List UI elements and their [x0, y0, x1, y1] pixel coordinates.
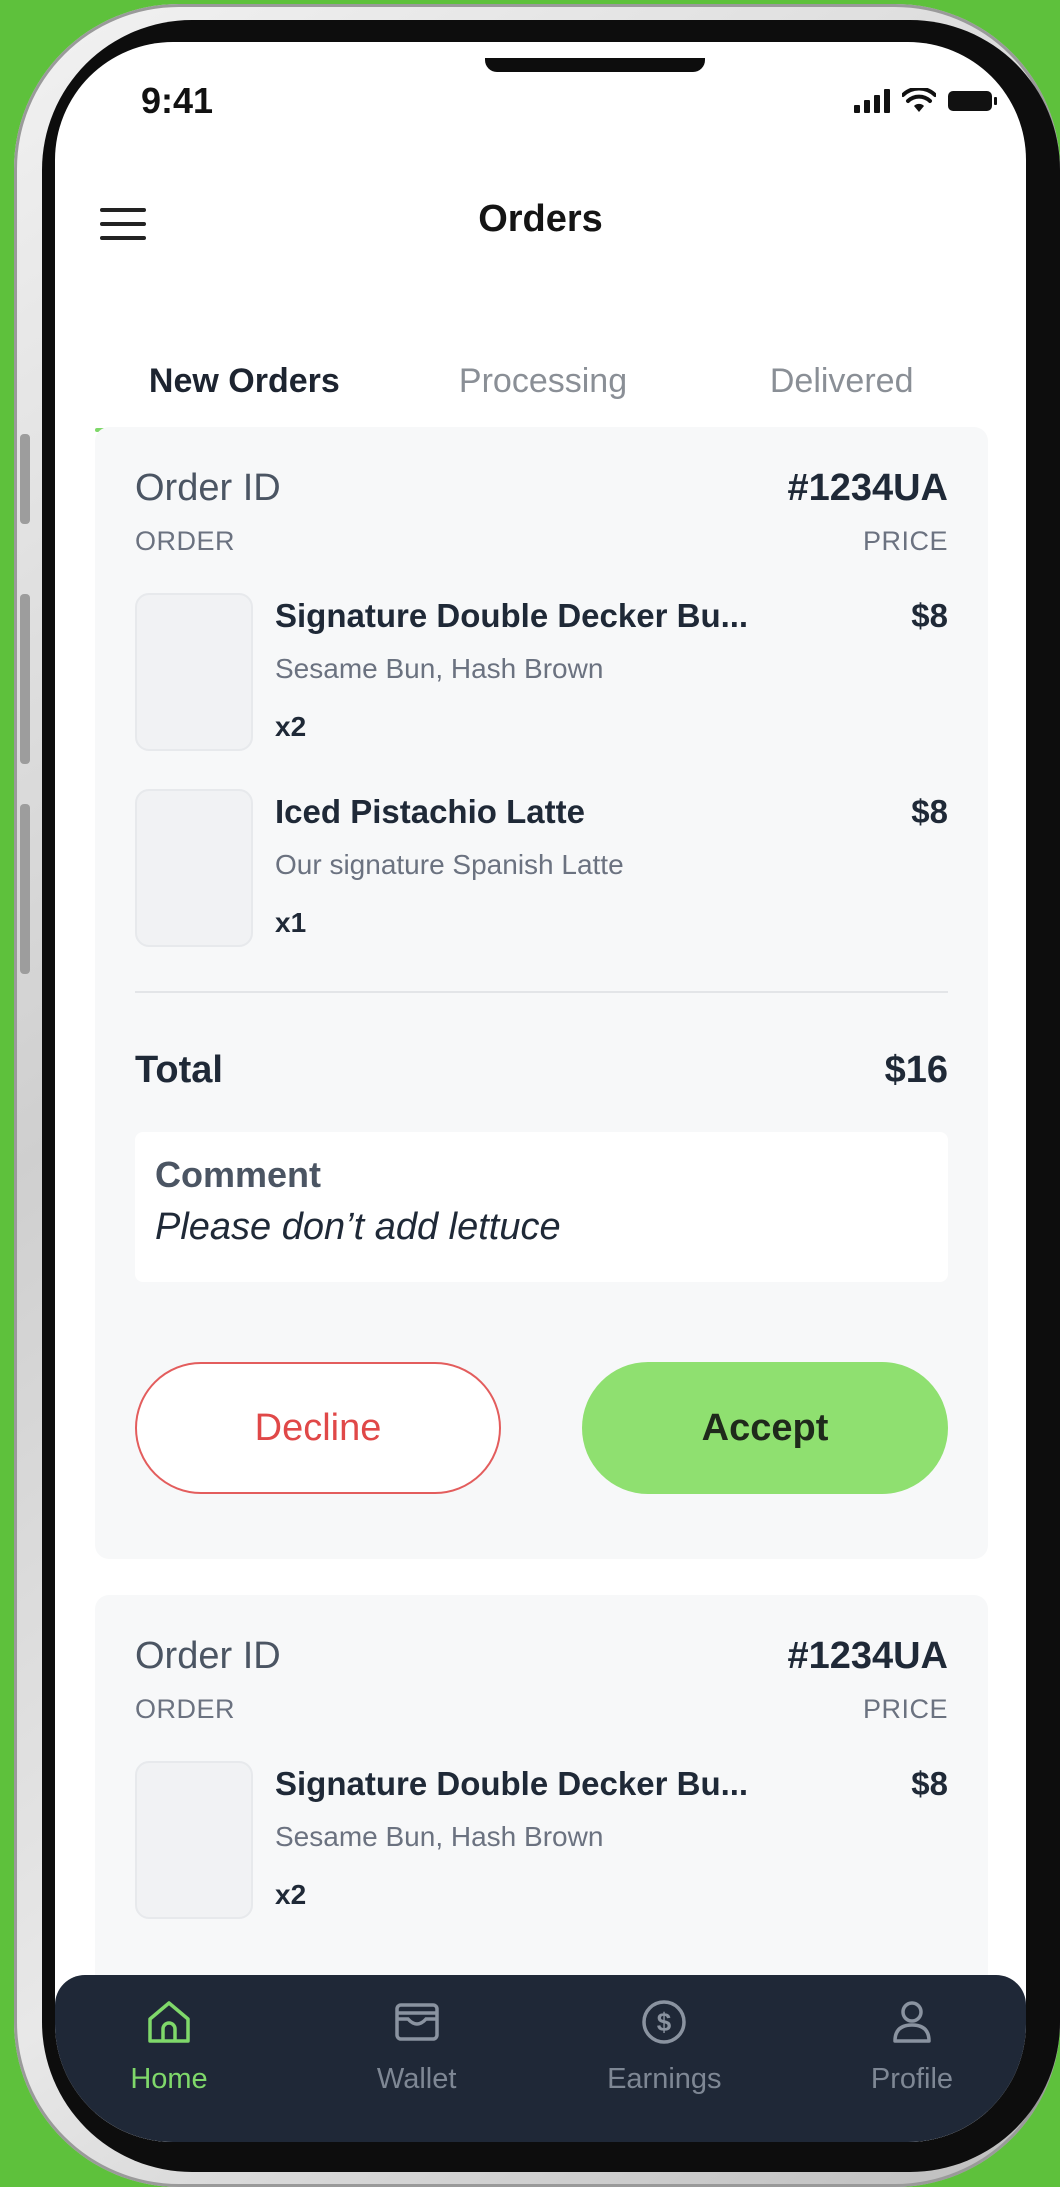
- status-time: 9:41: [141, 80, 214, 121]
- comment-label: Comment: [155, 1154, 322, 1195]
- nav-item-earnings[interactable]: $ Earnings: [564, 1975, 764, 2142]
- wifi-icon: [902, 88, 936, 112]
- order-item: Signature Double Decker Bu... Sesame Bun…: [135, 1761, 948, 1921]
- nav-item-profile[interactable]: Profile: [812, 1975, 1012, 2142]
- divider: [135, 991, 948, 993]
- nav-label-wallet: Wallet: [376, 2063, 457, 2095]
- item-thumbnail: [135, 789, 253, 947]
- decline-button[interactable]: Decline: [135, 1362, 501, 1494]
- comment-text: Please don’t add lettuce: [155, 1206, 561, 1248]
- accept-button[interactable]: Accept: [582, 1362, 948, 1494]
- bottom-nav: Home Wallet $ Earnings Profile: [55, 1975, 1026, 2142]
- item-description: Our signature Spanish Latte: [275, 849, 624, 880]
- item-name: Signature Double Decker Bu...: [275, 597, 749, 634]
- page-title: Orders: [478, 198, 603, 240]
- total-value: $16: [884, 1049, 948, 1091]
- wallet-icon: [394, 2003, 439, 2041]
- item-quantity: x2: [275, 1879, 307, 1910]
- nav-label-home: Home: [130, 2063, 208, 2095]
- nav-item-wallet[interactable]: Wallet: [317, 1975, 517, 2142]
- svg-text:$: $: [657, 2007, 672, 2037]
- notch: [485, 58, 705, 72]
- home-icon: [148, 2001, 190, 2043]
- item-name: Iced Pistachio Latte: [275, 793, 585, 830]
- order-id-value: #1234UA: [787, 1635, 948, 1677]
- tab-new-orders[interactable]: New Orders: [95, 342, 394, 432]
- item-price: $8: [911, 1765, 948, 1802]
- item-name: Signature Double Decker Bu...: [275, 1765, 749, 1802]
- item-thumbnail: [135, 1761, 253, 1919]
- nav-item-home[interactable]: Home: [69, 1975, 269, 2142]
- item-quantity: x2: [275, 711, 307, 742]
- item-description: Sesame Bun, Hash Brown: [275, 653, 604, 684]
- order-item: Iced Pistachio Latte Our signature Spani…: [135, 789, 948, 949]
- tab-processing[interactable]: Processing: [394, 342, 693, 432]
- item-price: $8: [911, 597, 948, 634]
- volume-down-button: [20, 804, 30, 974]
- item-description: Sesame Bun, Hash Brown: [275, 1821, 604, 1852]
- price-column-header: PRICE: [862, 526, 948, 556]
- order-column-header: ORDER: [135, 526, 236, 556]
- nav-label-earnings: Earnings: [607, 2063, 722, 2095]
- total-row: Total $16: [135, 1049, 948, 1092]
- app-screen: 9:41 Orders New Orders Processing Delive…: [55, 42, 1026, 2142]
- item-quantity: x1: [275, 907, 307, 938]
- comment-box: Comment Please don’t add lettuce: [135, 1132, 948, 1282]
- tab-delivered[interactable]: Delivered: [692, 342, 991, 432]
- order-actions: Decline Accept: [135, 1362, 948, 1494]
- price-column-header: PRICE: [862, 1694, 948, 1724]
- signal-icon: [854, 89, 890, 113]
- order-card: Order ID #1234UA ORDER PRICE Signature D…: [95, 427, 988, 1559]
- order-id-value: #1234UA: [787, 467, 948, 509]
- user-icon: [893, 2001, 931, 2043]
- volume-up-button: [20, 594, 30, 764]
- dollar-circle-icon: $: [642, 2000, 687, 2044]
- nav-label-profile: Profile: [870, 2063, 954, 2095]
- item-thumbnail: [135, 593, 253, 751]
- order-tabs: New Orders Processing Delivered: [95, 342, 991, 432]
- order-id-label: Order ID: [135, 467, 281, 509]
- total-label: Total: [135, 1049, 223, 1091]
- order-column-header: ORDER: [135, 1694, 236, 1724]
- battery-icon: [948, 91, 997, 111]
- status-icons: [854, 88, 997, 114]
- mute-switch: [20, 434, 30, 524]
- order-id-label: Order ID: [135, 1635, 281, 1677]
- order-item: Signature Double Decker Bu... Sesame Bun…: [135, 593, 948, 753]
- item-price: $8: [911, 793, 948, 830]
